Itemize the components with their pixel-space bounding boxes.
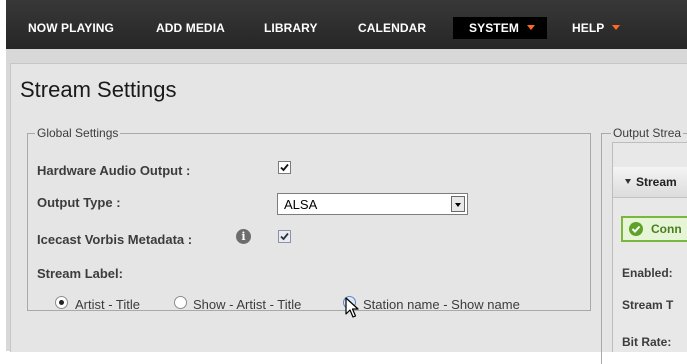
checkmark-icon [280,163,289,172]
connection-status-text: Conn [651,222,682,236]
top-nav-bar: NOW PLAYING ADD MEDIA LIBRARY CALENDAR S… [6,0,687,49]
nav-label: HELP [572,21,605,35]
icecast-vorbis-metadata-label: Icecast Vorbis Metadata : [37,232,193,247]
checkmark-icon [280,232,289,241]
output-type-value: ALSA [284,197,318,212]
nav-item-library[interactable]: LIBRARY [264,0,318,49]
stream-type-label: Stream T [622,298,674,312]
nav-item-system[interactable]: SYSTEM [453,17,547,39]
output-streams-legend: Output Strea [611,126,684,140]
nav-label: ADD MEDIA [156,21,225,35]
hardware-audio-output-checkbox[interactable] [278,161,291,174]
stream-header-text: Stream [636,175,677,189]
nav-label: NOW PLAYING [28,21,114,35]
stream-enabled-label: Enabled: [622,266,673,280]
nav-label: SYSTEM [469,21,519,35]
check-circle-icon [629,222,643,236]
connection-status-badge: Conn [621,216,687,242]
dropdown-caret-icon [612,25,621,31]
dropdown-caret-icon [526,25,535,31]
nav-item-now-playing[interactable]: NOW PLAYING [28,0,114,49]
nav-item-calendar[interactable]: CALENDAR [358,0,426,49]
icecast-vorbis-metadata-checkbox[interactable] [278,230,291,243]
output-type-select[interactable]: ALSA [277,193,468,215]
stream-header-label: Stream [625,175,677,189]
global-settings-legend: Global Settings [35,126,121,140]
output-type-label: Output Type : [37,195,121,210]
nav-item-add-media[interactable]: ADD MEDIA [156,0,225,49]
collapse-triangle-icon [625,179,631,185]
radio-artist-title[interactable] [55,296,68,309]
chevron-down-icon[interactable] [451,196,465,212]
radio-artist-title-label: Artist - Title [75,297,141,312]
stream-header[interactable]: Stream [613,167,687,198]
radio-show-artist-title-label: Show - Artist - Title [193,297,302,312]
nav-label: CALENDAR [358,21,427,35]
nav-item-help[interactable]: HELP [572,0,621,49]
info-icon[interactable]: i [236,229,251,244]
mouse-cursor-icon [345,297,359,318]
nav-label: LIBRARY [264,21,318,35]
stream-label-label: Stream Label: [37,266,123,281]
global-settings-fieldset [27,133,591,311]
radio-show-artist-title[interactable] [174,296,187,309]
bit-rate-label: Bit Rate: [622,335,672,349]
page-title: Stream Settings [20,77,177,102]
hardware-audio-output-label: Hardware Audio Output : [37,163,191,178]
radio-station-name-show-name-label: Station name - Show name [363,297,520,312]
